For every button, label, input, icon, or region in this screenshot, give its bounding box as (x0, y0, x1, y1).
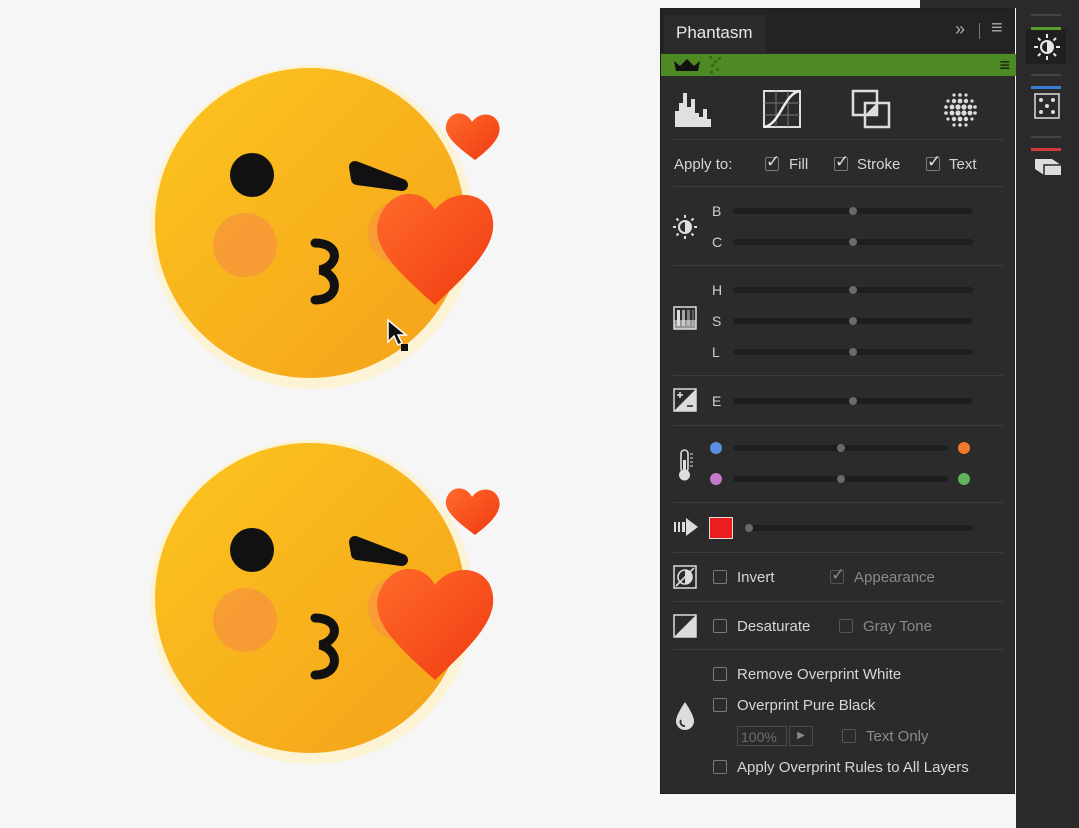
kissing-emoji-top (150, 65, 500, 389)
banner-pattern-icon (709, 56, 721, 74)
invert-icon (673, 565, 697, 589)
histogram-icon[interactable] (673, 89, 713, 129)
stroke-label: Stroke (857, 156, 901, 173)
overprint-percent-input[interactable]: 100% (737, 726, 787, 746)
remove-overprint-white-checkbox[interactable] (713, 667, 727, 681)
fill-check-icon: ✓ (766, 152, 781, 171)
banner-menu-icon[interactable]: ≡ (999, 55, 1010, 75)
contrast-slider-thumb[interactable] (849, 238, 857, 246)
separator (673, 375, 1003, 376)
dock-phantasm-button[interactable] (1026, 30, 1066, 64)
saturation-label: S (712, 313, 722, 329)
artboard-canvas (0, 0, 660, 828)
invert-checkbox[interactable] (713, 570, 727, 584)
panel-menu-icon[interactable]: ≡ (991, 17, 1003, 40)
exposure-icon (673, 388, 697, 412)
desaturate-checkbox[interactable] (713, 619, 727, 633)
text-only-label: Text Only (866, 728, 929, 745)
tab-divider (979, 23, 980, 39)
separator (673, 649, 1003, 650)
hue-saturation-icon (673, 306, 697, 330)
gray-tone-label: Gray Tone (863, 618, 932, 635)
separator (673, 186, 1003, 187)
text-check-icon: ✓ (927, 152, 942, 171)
crown-icon (674, 59, 700, 71)
separator (673, 265, 1003, 266)
collapse-panel-icon[interactable]: » (955, 19, 965, 40)
invert-label: Invert (737, 569, 775, 586)
temperature-cool-dot (710, 442, 722, 454)
gray-tone-checkbox[interactable] (839, 619, 853, 633)
lightness-slider-thumb[interactable] (849, 348, 857, 356)
separator (673, 139, 1003, 140)
halftone-icon[interactable] (940, 89, 980, 129)
brightness-icon (673, 215, 697, 239)
dock-accent-bar-red (1031, 148, 1061, 151)
separator (673, 552, 1003, 553)
dock-accent-bar-blue (1031, 86, 1061, 89)
panel-tab-bar: Phantasm » ≡ (661, 9, 1014, 53)
exposure-label: E (712, 393, 722, 409)
thermometer-icon (679, 449, 693, 481)
replace-color-slider[interactable] (745, 525, 973, 531)
temperature-warm-dot (958, 442, 970, 454)
stroke-check-icon: ✓ (835, 152, 850, 171)
tint-slider-thumb[interactable] (837, 475, 845, 483)
layers-box-icon[interactable] (1034, 155, 1062, 177)
apply-overprint-all-layers-label: Apply Overprint Rules to All Layers (737, 759, 969, 776)
dock-grip (1031, 74, 1061, 76)
lightness-label: L (712, 344, 720, 360)
exposure-slider-thumb[interactable] (849, 397, 857, 405)
saturation-slider-thumb[interactable] (849, 317, 857, 325)
arrow-right-icon (674, 518, 698, 536)
apply-overprint-all-layers-checkbox[interactable] (713, 760, 727, 774)
text-label: Text (949, 156, 977, 173)
appearance-label: Appearance (854, 569, 935, 586)
phantasm-panel: Phantasm » ≡ ≡ Apply to: ✓ Fill ✓ Stroke… (660, 8, 1016, 794)
brightness-label: B (712, 203, 722, 219)
percent-stepper-button[interactable]: ▶ (789, 726, 813, 746)
desaturate-label: Desaturate (737, 618, 811, 635)
kissing-emoji-bottom (150, 440, 500, 764)
contrast-label: C (712, 234, 723, 250)
ink-drop-icon (676, 702, 694, 730)
separator (673, 601, 1003, 602)
separator (673, 425, 1003, 426)
appearance-check-icon: ✓ (831, 565, 846, 584)
license-banner: ≡ (661, 54, 1016, 76)
replace-color-swatch[interactable] (709, 517, 733, 539)
apply-to-label: Apply to: (674, 156, 733, 173)
overprint-pure-black-checkbox[interactable] (713, 698, 727, 712)
desaturate-icon (673, 614, 697, 638)
separator (673, 502, 1003, 503)
dock-grip (1031, 136, 1061, 138)
tint-green-dot (958, 473, 970, 485)
hue-slider-thumb[interactable] (849, 286, 857, 294)
tint-magenta-dot (710, 473, 722, 485)
fill-label: Fill (789, 156, 809, 173)
top-dark-strip (920, 0, 1016, 8)
brightness-slider-thumb[interactable] (849, 207, 857, 215)
remove-overprint-white-label: Remove Overprint White (737, 666, 902, 683)
dock-grip (1031, 14, 1061, 16)
mouse-cursor-icon (387, 318, 409, 351)
dice-dots-icon[interactable] (1034, 93, 1060, 119)
phantasm-sun-icon (1034, 34, 1060, 60)
temperature-slider-thumb[interactable] (837, 444, 845, 452)
overlap-squares-icon[interactable] (851, 89, 891, 129)
text-only-checkbox[interactable] (842, 729, 856, 743)
panel-dock-strip (1016, 0, 1079, 828)
tool-icon-row (661, 89, 1014, 139)
replace-color-slider-thumb[interactable] (745, 524, 753, 532)
overprint-pure-black-label: Overprint Pure Black (737, 697, 876, 714)
phantasm-tab[interactable]: Phantasm (664, 15, 766, 53)
curves-icon[interactable] (762, 89, 802, 129)
hue-label: H (712, 282, 723, 298)
